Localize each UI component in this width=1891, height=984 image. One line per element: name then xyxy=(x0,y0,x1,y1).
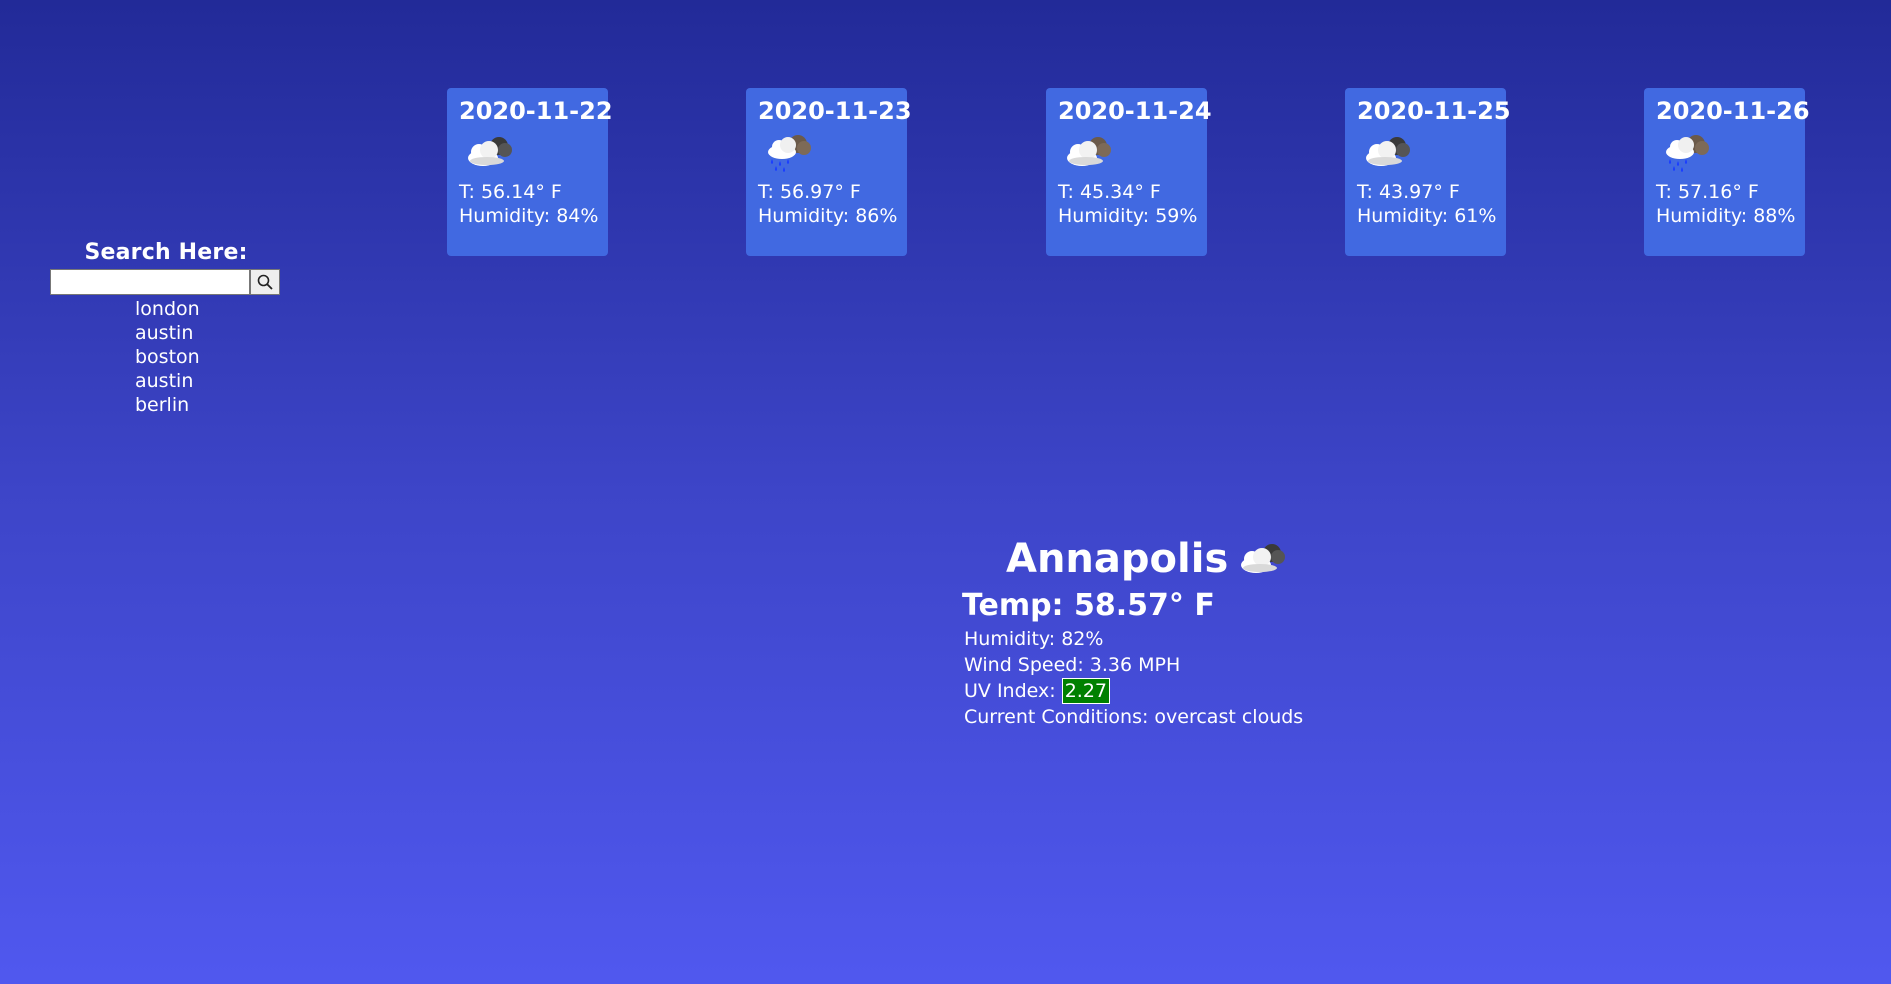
cloud-icon xyxy=(1241,544,1286,573)
forecast-temp: T: 57.16° F xyxy=(1656,181,1759,203)
search-row xyxy=(50,269,282,295)
history-item-berlin[interactable]: berlin xyxy=(135,393,282,417)
city-row: Annapolis xyxy=(1006,532,1362,586)
forecast-card: 2020-11-22 T: 56.14° F Humidity: 84% xyxy=(447,88,613,256)
rain-cloud-icon xyxy=(768,135,811,172)
forecast-humidity: Humidity: 86% xyxy=(758,205,898,227)
forecast-temp: T: 56.14° F xyxy=(459,181,562,203)
search-input[interactable] xyxy=(50,269,250,295)
search-heading: Search Here: xyxy=(84,240,248,265)
forecast-humidity: Humidity: 84% xyxy=(459,205,599,227)
current-weather: Annapolis Temp: 58.57° F Humidity: 82% W… xyxy=(962,532,1362,730)
search-history-list: london austin boston austin berlin xyxy=(50,297,282,417)
current-wind-speed: Wind Speed: 3.36 MPH xyxy=(964,654,1181,676)
history-item-austin[interactable]: austin xyxy=(135,321,282,345)
search-button[interactable] xyxy=(250,269,280,295)
search-icon xyxy=(257,274,273,290)
rain-cloud-icon xyxy=(1666,135,1709,172)
forecast-temp: T: 56.97° F xyxy=(758,181,861,203)
forecast-temp: T: 45.34° F xyxy=(1058,181,1161,203)
cloud-icon xyxy=(1067,137,1111,166)
cloud-icon xyxy=(1366,137,1410,166)
forecast-humidity: Humidity: 88% xyxy=(1656,205,1796,227)
current-conditions: Current Conditions: overcast clouds xyxy=(964,706,1304,728)
current-temp: Temp: 58.57° F xyxy=(962,588,1215,623)
forecast-date: 2020-11-23 xyxy=(758,97,912,125)
forecast-date: 2020-11-24 xyxy=(1058,97,1212,125)
current-humidity: Humidity: 82% xyxy=(964,628,1104,650)
cloud-icon xyxy=(468,137,512,166)
forecast-card: 2020-11-24 T: 45.34° F Humidity: 59% xyxy=(1046,88,1212,256)
current-uv-row: UV Index: 2.27 xyxy=(964,678,1362,704)
forecast-card: 2020-11-25 T: 43.97° F Humidity: 61% xyxy=(1345,88,1511,256)
uv-index-badge: 2.27 xyxy=(1061,678,1111,704)
forecast-card: 2020-11-23 T: 56.97° F Humidity: 86% xyxy=(746,88,912,256)
forecast-card: 2020-11-26 T: 57.16° F Humidity: 88% xyxy=(1644,88,1810,256)
history-item-austin[interactable]: austin xyxy=(135,369,282,393)
forecast-date: 2020-11-26 xyxy=(1656,97,1810,125)
history-item-london[interactable]: london xyxy=(135,297,282,321)
forecast-humidity: Humidity: 61% xyxy=(1357,205,1497,227)
city-name: Annapolis xyxy=(1006,536,1229,582)
search-panel: Search Here: london austin boston austin… xyxy=(50,240,282,417)
history-item-boston[interactable]: boston xyxy=(135,345,282,369)
forecast-humidity: Humidity: 59% xyxy=(1058,205,1198,227)
uv-label: UV Index: xyxy=(964,680,1062,702)
forecast-temp: T: 43.97° F xyxy=(1357,181,1460,203)
forecast-date: 2020-11-25 xyxy=(1357,97,1511,125)
forecast-date: 2020-11-22 xyxy=(459,97,613,125)
